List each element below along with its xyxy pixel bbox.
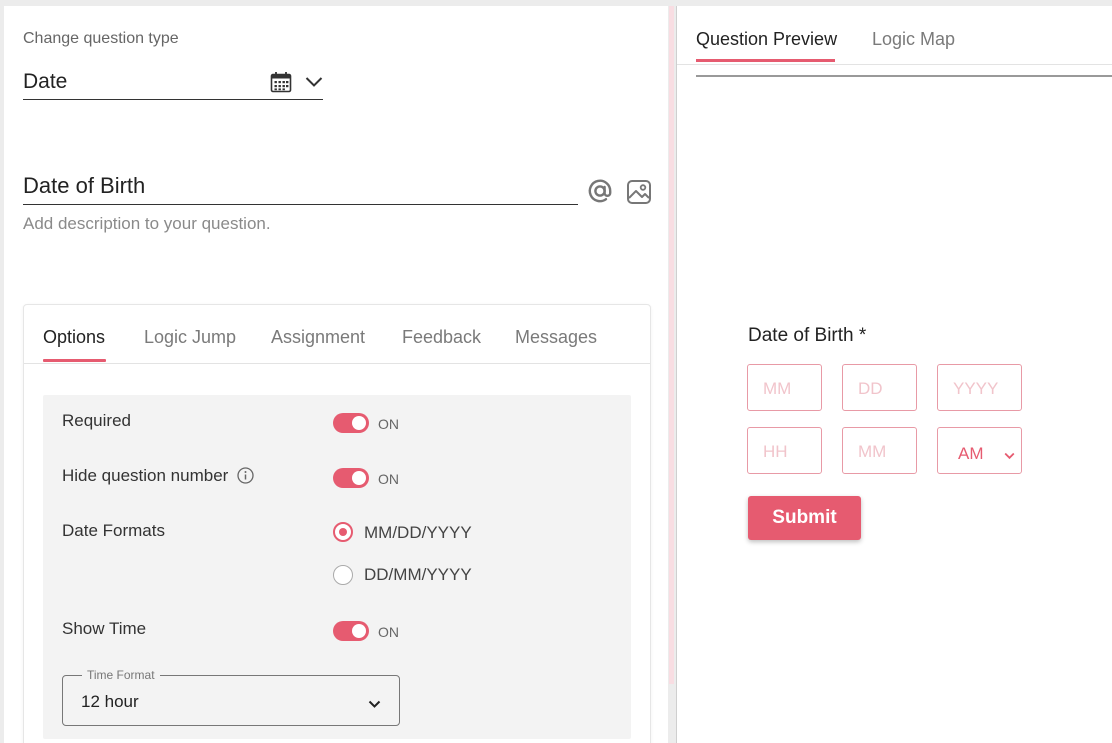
ampm-value: AM — [958, 444, 984, 463]
day-input[interactable]: DD — [842, 364, 917, 411]
minute-input[interactable]: MM — [842, 427, 917, 474]
options-panel: Required ON Hide question number ON Date… — [43, 395, 631, 739]
info-icon[interactable] — [237, 467, 254, 489]
show-time-toggle[interactable] — [333, 621, 369, 641]
time-format-select[interactable]: Time Format 12 hour — [62, 668, 400, 726]
chevron-down-icon — [305, 75, 323, 93]
question-description-input[interactable]: Add description to your question. — [23, 214, 271, 234]
preview-question-title: Date of Birth * — [748, 325, 867, 346]
active-tab-indicator — [696, 59, 835, 62]
tab-logic-jump[interactable]: Logic Jump — [144, 327, 236, 348]
show-time-label: Show Time — [62, 619, 147, 638]
hide-number-toggle-state: ON — [378, 471, 399, 487]
date-format-mmddyyyy-radio[interactable] — [333, 522, 353, 542]
tab-logic-map[interactable]: Logic Map — [872, 29, 955, 50]
tab-options[interactable]: Options — [43, 327, 105, 348]
question-editor-panel: Change question type Date Date of Birth — [4, 6, 668, 743]
panel-divider[interactable] — [669, 6, 674, 684]
date-format-ddmmyyyy-radio[interactable] — [333, 565, 353, 585]
year-input[interactable]: YYYY — [937, 364, 1022, 411]
settings-tabs: Options Logic Jump Assignment Feedback M… — [24, 305, 650, 364]
question-title-input[interactable]: Date of Birth — [23, 168, 578, 205]
submit-button[interactable]: Submit — [748, 496, 861, 540]
mention-icon[interactable] — [587, 178, 613, 209]
date-formats-label: Date Formats — [62, 521, 165, 540]
chevron-down-icon — [368, 696, 381, 714]
question-type-value: Date — [23, 70, 68, 93]
calendar-icon — [270, 71, 292, 98]
required-toggle-state: ON — [378, 416, 399, 432]
month-input[interactable]: MM — [747, 364, 822, 411]
time-format-value: 12 hour — [81, 692, 139, 711]
required-label: Required — [62, 411, 131, 430]
question-type-label: Change question type — [23, 30, 179, 47]
date-format-ddmmyyyy-label[interactable]: DD/MM/YYYY — [364, 565, 472, 585]
preview-panel: Question Preview Logic Map Date of Birth… — [676, 6, 1112, 743]
tab-assignment[interactable]: Assignment — [271, 327, 365, 348]
chevron-down-icon — [1004, 447, 1015, 465]
question-type-select[interactable]: Date — [23, 64, 323, 100]
hide-number-label: Hide question number — [62, 466, 254, 489]
tab-feedback[interactable]: Feedback — [402, 327, 481, 348]
required-toggle[interactable] — [333, 413, 369, 433]
hide-number-label-text: Hide question number — [62, 466, 229, 485]
hour-input[interactable]: HH — [747, 427, 822, 474]
tabs-divider — [677, 64, 1112, 65]
time-format-label: Time Format — [82, 668, 160, 682]
question-title-value: Date of Birth — [23, 173, 146, 198]
date-format-mmddyyyy-label[interactable]: MM/DD/YYYY — [364, 523, 472, 543]
tab-question-preview[interactable]: Question Preview — [696, 29, 837, 50]
preview-separator — [696, 75, 1112, 77]
active-tab-indicator — [43, 359, 106, 362]
image-upload-icon[interactable] — [626, 179, 652, 210]
question-settings-card: Options Logic Jump Assignment Feedback M… — [23, 304, 651, 743]
tab-messages[interactable]: Messages — [515, 327, 597, 348]
ampm-select[interactable]: AM — [937, 427, 1022, 474]
show-time-toggle-state: ON — [378, 624, 399, 640]
hide-number-toggle[interactable] — [333, 468, 369, 488]
